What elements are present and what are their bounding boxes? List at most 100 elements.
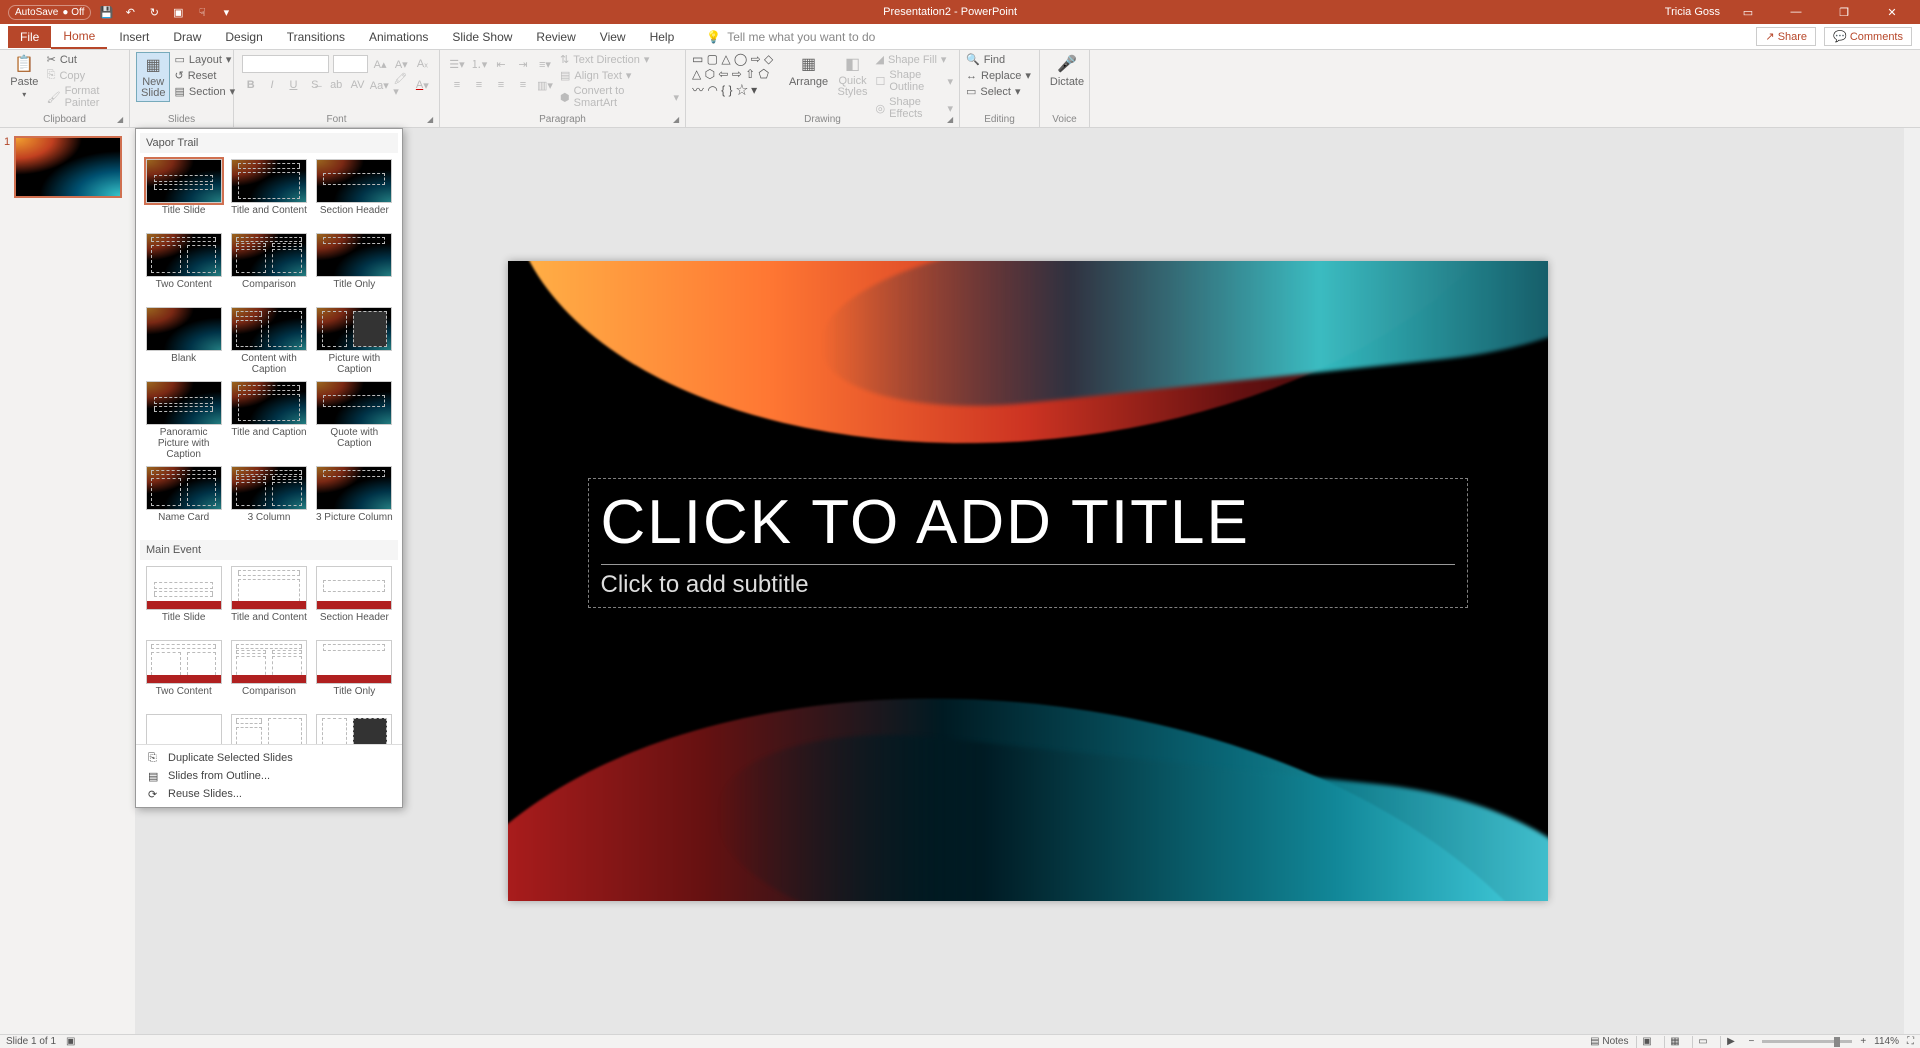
qat-more-icon[interactable]: ▾ — [217, 3, 235, 21]
reading-view-icon[interactable]: ▭ — [1692, 1036, 1712, 1048]
redo-icon[interactable]: ↻ — [145, 3, 163, 21]
layout-item[interactable]: Title Only — [315, 233, 394, 301]
layout-item[interactable]: Content with Caption — [229, 307, 308, 375]
reuse-slides-item[interactable]: ⟳Reuse Slides... — [144, 785, 394, 803]
comments-button[interactable]: 💬 Comments — [1824, 27, 1912, 46]
slide-panel[interactable]: 1 — [0, 128, 135, 1034]
drawing-launcher[interactable]: ◢ — [947, 115, 957, 125]
shape-fill-button[interactable]: ◢ Shape Fill ▾ — [876, 52, 954, 67]
tab-home[interactable]: Home — [51, 25, 107, 49]
slide-info[interactable]: Slide 1 of 1 — [6, 1036, 56, 1047]
undo-icon[interactable]: ↶ — [121, 3, 139, 21]
tab-help[interactable]: Help — [638, 26, 687, 48]
font-color-icon[interactable]: A▾ — [414, 76, 431, 94]
layout-item[interactable]: Quote with Caption — [315, 381, 394, 460]
zoom-in-icon[interactable]: + — [1860, 1036, 1866, 1047]
layout-item[interactable]: Title and Content — [229, 159, 308, 227]
layout-item[interactable]: Blank — [144, 714, 223, 744]
tell-me-search[interactable]: 💡 Tell me what you want to do — [706, 30, 875, 44]
sorter-view-icon[interactable]: ▦ — [1664, 1036, 1684, 1048]
subtitle-placeholder[interactable]: Click to add subtitle — [601, 571, 1455, 599]
find-button[interactable]: 🔍 Find — [966, 52, 1033, 67]
tab-view[interactable]: View — [588, 26, 638, 48]
title-placeholder-box[interactable]: CLICK TO ADD TITLE Click to add subtitle — [588, 478, 1468, 608]
layout-item[interactable]: Blank — [144, 307, 223, 375]
tab-draw[interactable]: Draw — [161, 26, 213, 48]
indent-dec-icon[interactable]: ⇤ — [492, 55, 510, 73]
numbering-icon[interactable]: ⒈▾ — [470, 55, 488, 73]
layout-item[interactable]: Title Slide — [144, 159, 223, 227]
section-button[interactable]: ▤ Section ▾ — [174, 84, 235, 99]
accessibility-icon[interactable]: ▣ — [66, 1036, 75, 1047]
spacing-icon[interactable]: AV — [349, 76, 366, 94]
share-button[interactable]: ↗ Share — [1756, 27, 1816, 46]
increase-font-icon[interactable]: A▴ — [372, 55, 389, 73]
font-family-select[interactable] — [242, 55, 329, 73]
select-button[interactable]: ▭ Select ▾ — [966, 84, 1033, 99]
bold-icon[interactable]: B — [242, 76, 259, 94]
layout-item[interactable]: Picture with Caption — [315, 714, 394, 744]
italic-icon[interactable]: I — [263, 76, 280, 94]
shadow-icon[interactable]: ab — [328, 76, 345, 94]
layout-item[interactable]: 3 Column — [229, 466, 308, 534]
layout-item[interactable]: 3 Picture Column — [315, 466, 394, 534]
bullets-icon[interactable]: ☰▾ — [448, 55, 466, 73]
align-text-button[interactable]: ▤ Align Text ▾ — [560, 68, 679, 83]
clear-format-icon[interactable]: Aₓ — [414, 55, 431, 73]
title-placeholder[interactable]: CLICK TO ADD TITLE — [601, 487, 1455, 558]
layout-item[interactable]: Title Slide — [144, 566, 223, 634]
notes-button[interactable]: ▤ Notes — [1590, 1036, 1628, 1047]
dictate-button[interactable]: 🎤 Dictate — [1046, 52, 1088, 90]
zoom-out-icon[interactable]: − — [1748, 1036, 1754, 1047]
slide[interactable]: CLICK TO ADD TITLE Click to add subtitle — [508, 261, 1548, 901]
layout-item[interactable]: Picture with Caption — [315, 307, 394, 375]
tab-animations[interactable]: Animations — [357, 26, 440, 48]
highlight-icon[interactable]: 🖍▾ — [392, 76, 409, 94]
slideshow-view-icon[interactable]: ▶ — [1720, 1036, 1740, 1048]
linespacing-icon[interactable]: ≡▾ — [536, 55, 554, 73]
zoom-level[interactable]: 114% — [1874, 1036, 1899, 1047]
layout-item[interactable]: Title and Caption — [229, 381, 308, 460]
gallery-scroll[interactable]: Vapor Trail Title SlideTitle and Content… — [136, 129, 402, 744]
convert-smartart-button[interactable]: ⬢ Convert to SmartArt ▾ — [560, 84, 679, 110]
slideshow-icon[interactable]: ▣ — [169, 3, 187, 21]
autosave-toggle[interactable]: AutoSave● Off — [8, 5, 91, 20]
slides-from-outline-item[interactable]: ▤Slides from Outline... — [144, 767, 394, 785]
cut-button[interactable]: ✂ Cut — [47, 52, 123, 67]
shapes-gallery[interactable]: ▭ ▢ △ ◯ ⇨ ◇ △ ⬡ ⇦ ⇨ ⇧ ⬠ 〰 ◠ { } ☆ ▾ — [692, 52, 784, 97]
align-center-icon[interactable]: ≡ — [470, 76, 488, 94]
slide-thumbnail[interactable] — [14, 136, 122, 198]
layout-item[interactable]: Title Only — [315, 640, 394, 708]
shape-outline-button[interactable]: ☐ Shape Outline ▾ — [876, 68, 954, 94]
strike-icon[interactable]: S̶ — [306, 76, 323, 94]
save-icon[interactable]: 💾 — [97, 3, 115, 21]
decrease-font-icon[interactable]: A▾ — [393, 55, 410, 73]
copy-button[interactable]: ⎘ Copy — [47, 68, 123, 83]
reset-button[interactable]: ↺ Reset — [174, 68, 235, 83]
touch-icon[interactable]: ☟ — [193, 3, 211, 21]
close-icon[interactable]: ✕ — [1872, 0, 1912, 24]
layout-item[interactable]: Content with Caption — [229, 714, 308, 744]
layout-item[interactable]: Section Header — [315, 159, 394, 227]
justify-icon[interactable]: ≡ — [514, 76, 532, 94]
quick-styles-button[interactable]: ◧ Quick Styles — [834, 52, 872, 100]
tab-slideshow[interactable]: Slide Show — [440, 26, 524, 48]
layout-item[interactable]: Two Content — [144, 640, 223, 708]
layout-item[interactable]: Panoramic Picture with Caption — [144, 381, 223, 460]
layout-item[interactable]: Title and Content — [229, 566, 308, 634]
maximize-icon[interactable]: ❐ — [1824, 0, 1864, 24]
font-size-select[interactable] — [333, 55, 367, 73]
layout-item[interactable]: Comparison — [229, 640, 308, 708]
align-right-icon[interactable]: ≡ — [492, 76, 510, 94]
duplicate-slides-item[interactable]: ⎘Duplicate Selected Slides — [144, 749, 394, 767]
new-slide-button[interactable]: ▦ New Slide — [136, 52, 170, 102]
minimize-icon[interactable]: — — [1776, 0, 1816, 24]
ribbon-display-icon[interactable]: ▭ — [1728, 0, 1768, 24]
arrange-button[interactable]: ▦ Arrange — [788, 52, 830, 90]
replace-button[interactable]: ↔ Replace ▾ — [966, 68, 1033, 83]
layout-item[interactable]: Two Content — [144, 233, 223, 301]
layout-button[interactable]: ▭ Layout ▾ — [174, 52, 235, 67]
columns-icon[interactable]: ▥▾ — [536, 76, 554, 94]
layout-item[interactable]: Comparison — [229, 233, 308, 301]
font-launcher[interactable]: ◢ — [427, 115, 437, 125]
